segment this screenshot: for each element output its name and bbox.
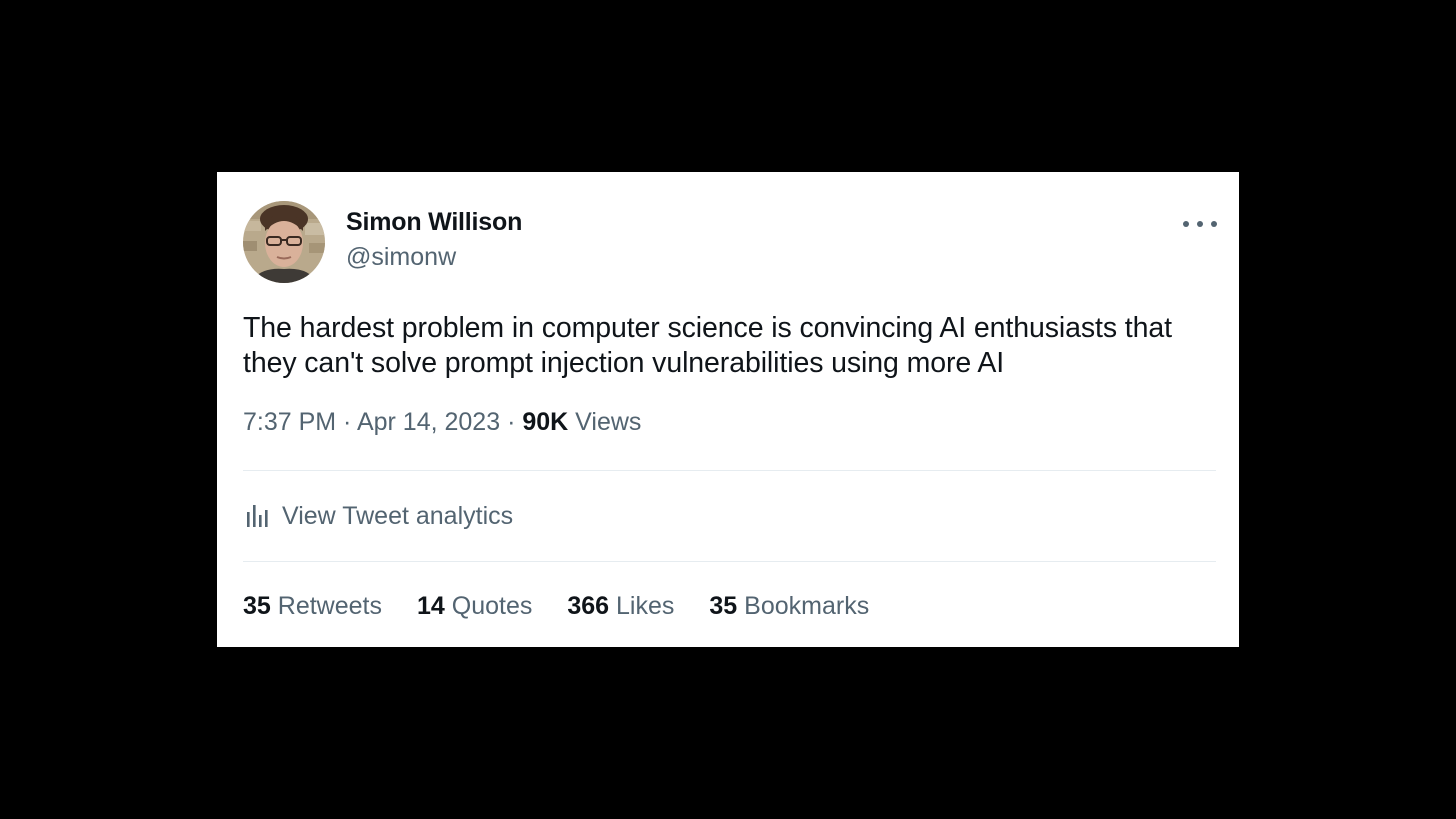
likes-count: 366 (567, 592, 610, 620)
bookmarks-count: 35 (709, 592, 738, 620)
retweets-count: 35 (243, 592, 271, 620)
more-dot (1211, 221, 1217, 227)
meta-separator: · (500, 408, 523, 436)
bar-chart-icon (247, 505, 268, 527)
quotes-label: Quotes (451, 592, 533, 620)
analytics-label: View Tweet analytics (282, 501, 514, 530)
likes-stat[interactable]: 366 Likes (567, 592, 674, 621)
views-count: 90K (522, 408, 569, 436)
meta-separator: · (336, 408, 357, 436)
tweet-metadata: 7:37 PM · Apr 14, 2023 · 90K Views (243, 408, 641, 437)
views-label: Views (575, 408, 642, 436)
retweets-stat[interactable]: 35 Retweets (243, 592, 382, 621)
likes-label: Likes (616, 592, 675, 620)
tweet-date[interactable]: Apr 14, 2023 (357, 408, 500, 436)
avatar[interactable] (243, 201, 325, 283)
tweet-text: The hardest problem in computer science … (243, 312, 1172, 379)
divider (243, 561, 1216, 562)
display-name[interactable]: Simon Willison (346, 208, 522, 237)
divider (243, 470, 1216, 471)
more-dot (1183, 221, 1189, 227)
bookmarks-stat[interactable]: 35 Bookmarks (709, 592, 869, 621)
bookmarks-label: Bookmarks (744, 592, 870, 620)
user-handle[interactable]: @simonw (346, 243, 456, 272)
more-options-icon[interactable] (1183, 212, 1217, 236)
quotes-stat[interactable]: 14 Quotes (417, 592, 532, 621)
tweet-card: Simon Willison @simonw The hardest probl… (217, 172, 1239, 647)
tweet-time[interactable]: 7:37 PM (243, 408, 336, 436)
quotes-count: 14 (416, 592, 445, 620)
more-dot (1197, 221, 1203, 227)
avatar-photo-icon (243, 201, 325, 283)
engagement-stats: 35 Retweets 14 Quotes 366 Likes 35 Bookm… (243, 592, 904, 621)
retweets-label: Retweets (277, 592, 382, 620)
view-analytics-link[interactable]: View Tweet analytics (243, 498, 513, 534)
